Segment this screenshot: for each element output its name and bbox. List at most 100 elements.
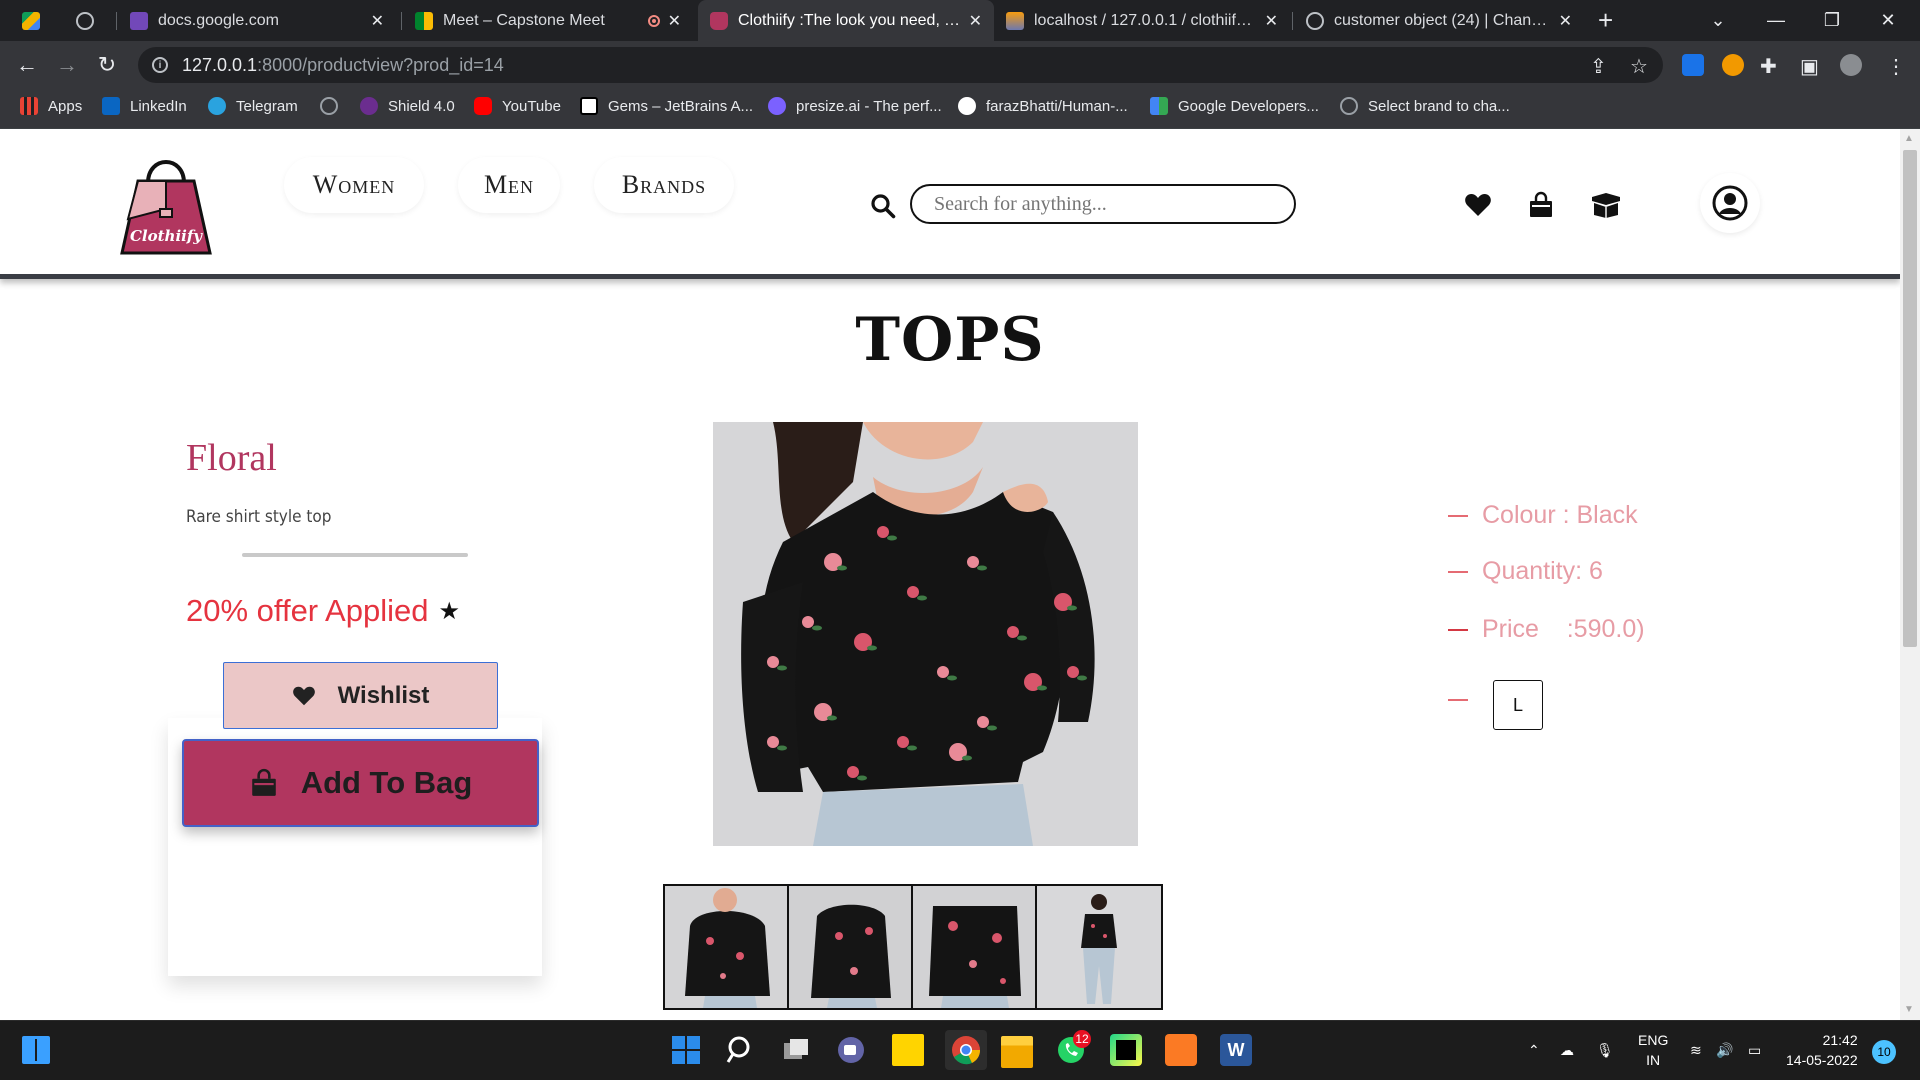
chrome-icon[interactable] — [950, 1034, 982, 1066]
tab-search-button[interactable]: ⌄ — [1692, 0, 1744, 41]
presize-icon — [768, 97, 786, 115]
close-icon[interactable]: ✕ — [371, 11, 384, 31]
globe-icon — [1340, 97, 1358, 115]
file-explorer-icon[interactable] — [1001, 1036, 1033, 1068]
bookmark-google-developers[interactable]: Google Developers... — [1150, 97, 1319, 115]
offer-label: 20% offer Applied — [186, 593, 429, 628]
scroll-up-arrow[interactable]: ▲ — [1904, 133, 1914, 144]
address-bar[interactable]: i 127.0.0.1:8000/productview?prod_id=14 — [138, 47, 1663, 83]
bookmark-star-icon[interactable]: ☆ — [1630, 54, 1648, 79]
onedrive-icon[interactable]: ☁ — [1560, 1040, 1574, 1060]
nav-brands[interactable]: Brands — [594, 157, 734, 213]
reload-button[interactable]: ↻ — [92, 52, 122, 78]
thumbnail[interactable] — [1037, 886, 1161, 1008]
google-meet-icon — [415, 11, 433, 30]
search-icon[interactable] — [725, 1034, 757, 1066]
battery-icon[interactable]: ▭ — [1748, 1040, 1761, 1060]
scroll-down-arrow[interactable]: ▼ — [1904, 1004, 1914, 1015]
bookmark-presize[interactable]: presize.ai - The perf... — [768, 97, 942, 115]
telegram-icon — [208, 97, 226, 115]
quantity-label: Quantity: 6 — [1482, 557, 1603, 585]
sticky-notes-icon[interactable] — [892, 1034, 924, 1066]
category-title: TOPS — [855, 305, 1045, 375]
tab-title: docs.google.com — [158, 11, 279, 29]
extensions-puzzle-icon[interactable]: ✚ — [1760, 54, 1777, 79]
bookmark-shield[interactable]: Shield 4.0 — [360, 97, 455, 115]
bookmark-linkedin[interactable]: LinkedIn — [102, 97, 187, 115]
dash-marker — [1448, 699, 1468, 701]
dash-marker — [1448, 515, 1468, 518]
close-window-button[interactable]: ✕ — [1862, 0, 1914, 41]
widgets-icon[interactable] — [22, 1036, 50, 1064]
notification-count[interactable]: 10 — [1872, 1040, 1896, 1064]
close-icon[interactable]: ✕ — [1559, 11, 1572, 31]
wishlist-heart-icon[interactable] — [1464, 191, 1492, 219]
teams-chat-icon[interactable] — [835, 1034, 867, 1066]
extension-translate-icon[interactable] — [1682, 54, 1704, 76]
youtube-icon — [474, 97, 492, 115]
tab-clothiify[interactable]: Clothiify :The look you need, The ✕ — [698, 0, 994, 41]
xampp-icon[interactable] — [1165, 1034, 1197, 1066]
thumbnail[interactable] — [913, 886, 1037, 1008]
forward-button[interactable]: → — [52, 52, 82, 78]
colour-attribute: Colour : Black — [1448, 501, 1708, 530]
windows-start-icon[interactable] — [670, 1034, 702, 1066]
clothiify-logo[interactable]: Clothiify — [116, 149, 216, 257]
nav-men[interactable]: Men — [458, 157, 560, 213]
url-text: 127.0.0.1:8000/productview?prod_id=14 — [182, 54, 504, 75]
orders-box-icon[interactable] — [1590, 191, 1622, 219]
task-view-icon[interactable] — [780, 1034, 812, 1066]
thumbnail[interactable] — [789, 886, 913, 1008]
nav-women[interactable]: Women — [284, 157, 424, 213]
bookmark-github[interactable]: farazBhatti/Human-... — [958, 97, 1128, 115]
bookmark-globe[interactable] — [320, 97, 348, 115]
tab-meet[interactable]: Meet – Capstone Meet ✕ — [403, 0, 693, 41]
search-icon[interactable] — [870, 193, 896, 219]
volume-icon[interactable]: 🔊 — [1716, 1040, 1733, 1060]
close-icon[interactable]: ✕ — [668, 11, 681, 31]
date-text: 14-05-2022 — [1786, 1052, 1858, 1068]
language-indicator[interactable]: ENG IN — [1638, 1030, 1668, 1070]
word-icon[interactable]: W — [1220, 1034, 1252, 1066]
add-to-bag-button[interactable]: Add To Bag — [182, 739, 539, 827]
tab-google-drive[interactable] — [10, 0, 60, 41]
minimize-button[interactable]: — — [1750, 0, 1802, 41]
bookmark-telegram[interactable]: Telegram — [208, 97, 298, 115]
extension-orange-icon[interactable] — [1722, 54, 1744, 76]
microphone-icon[interactable]: 🎙 — [1596, 1040, 1614, 1060]
tray-chevron-icon[interactable]: ⌃ — [1528, 1040, 1540, 1060]
tab-docs[interactable]: docs.google.com ✕ — [118, 0, 396, 41]
account-button[interactable] — [1700, 173, 1760, 233]
bookmark-select-brand[interactable]: Select brand to cha... — [1340, 97, 1510, 115]
bookmark-jetbrains[interactable]: Gems – JetBrains A... — [580, 97, 753, 115]
close-icon[interactable]: ✕ — [1265, 11, 1278, 31]
dash-marker — [1448, 629, 1468, 632]
wishlist-button[interactable]: Wishlist — [223, 662, 498, 729]
tab-phpmyadmin[interactable]: localhost / 127.0.0.1 / clothiify_c ✕ — [994, 0, 1290, 41]
share-icon[interactable]: ⇪ — [1590, 54, 1607, 79]
size-option[interactable]: L — [1493, 680, 1543, 730]
side-panel-icon[interactable]: ▣ — [1800, 54, 1819, 79]
pycharm-icon[interactable] — [1110, 1034, 1142, 1066]
close-icon[interactable]: ✕ — [969, 11, 982, 31]
search-input[interactable] — [910, 184, 1296, 224]
menu-kebab-icon[interactable]: ⋮ — [1886, 54, 1906, 79]
bookmark-youtube[interactable]: YouTube — [474, 97, 561, 115]
shopping-bag-icon[interactable] — [1527, 191, 1555, 219]
scrollbar-thumb[interactable] — [1903, 150, 1917, 647]
restore-button[interactable]: ❐ — [1806, 0, 1858, 41]
site-info-icon[interactable]: i — [152, 57, 168, 73]
clock[interactable]: 21:42 14-05-2022 — [1786, 1030, 1858, 1070]
product-main-image — [713, 422, 1138, 846]
region-code: IN — [1646, 1052, 1661, 1068]
profile-avatar[interactable] — [1840, 54, 1862, 76]
wifi-icon[interactable]: ≋ — [1690, 1040, 1702, 1060]
shopping-bag-icon — [249, 768, 279, 798]
tab-globe[interactable] — [64, 0, 114, 41]
back-button[interactable]: ← — [12, 52, 42, 78]
bookmark-apps[interactable]: Apps — [20, 97, 82, 115]
new-tab-button[interactable]: + — [1598, 5, 1613, 36]
tab-django-admin[interactable]: customer object (24) | Change cu ✕ — [1294, 0, 1584, 41]
offer-text: 20% offer Applied ★ — [186, 593, 460, 629]
thumbnail[interactable] — [665, 886, 789, 1008]
